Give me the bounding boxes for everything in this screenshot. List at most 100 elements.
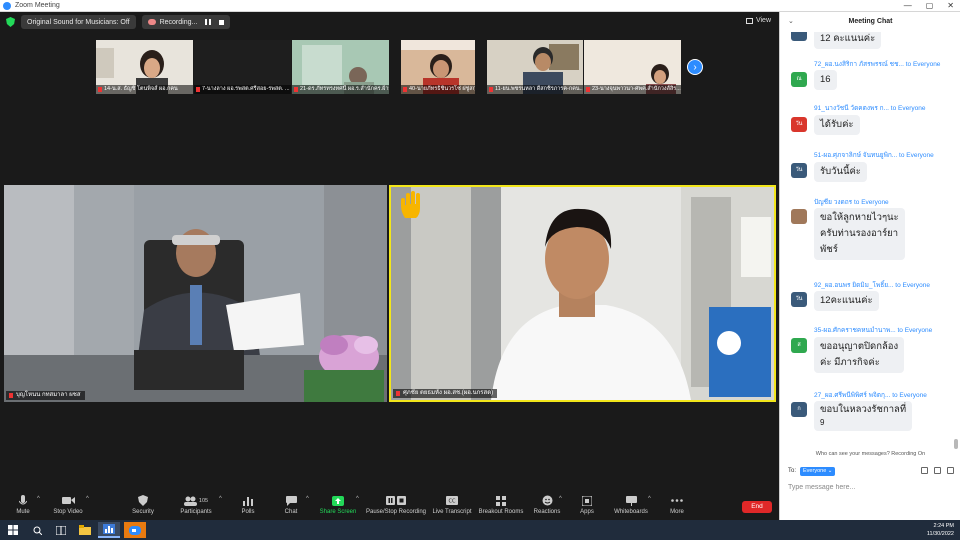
file-explorer-button[interactable] <box>74 522 96 538</box>
next-page-arrow-icon[interactable]: › <box>687 59 703 75</box>
clock-date: 11/30/2022 <box>926 531 954 537</box>
share-screen-icon <box>332 495 344 506</box>
clock-time: 2:24 PM <box>933 523 954 529</box>
main-video-tile[interactable]: บุญโหนน กทสมาลา ผชส <box>4 185 387 402</box>
message-text: พัชร์ <box>820 244 838 255</box>
meeting-topbar: Original Sound for Musicians: Off Record… <box>0 12 779 32</box>
sender-name: 35-ผอ.ศักคราชคหนมำนาพ... <box>814 327 896 334</box>
zoom-icon <box>129 525 141 535</box>
close-button[interactable]: ✕ <box>947 0 954 12</box>
chat-avatar: ณ <box>791 72 807 87</box>
minimize-button[interactable]: — <box>904 0 912 12</box>
apps-icon <box>582 495 592 506</box>
recipient: to Everyone <box>892 392 927 399</box>
chat-message[interactable]: 12 คะแนนค่ะ <box>814 32 882 49</box>
windows-logo-icon <box>8 525 18 535</box>
recipient: to Everyone <box>890 105 926 112</box>
message-text: ได้รับค่ะ <box>820 119 854 130</box>
task-view-button[interactable] <box>50 522 72 538</box>
chat-avatar <box>791 32 807 41</box>
search-button[interactable] <box>26 522 48 538</box>
view-button[interactable]: View <box>745 17 771 24</box>
chart-app-icon <box>103 524 115 534</box>
video-thumbnail[interactable]: 11-ยน.พชรนหลา ดีสกชิรภารค-กคน... <box>487 40 583 94</box>
end-meeting-button[interactable]: End <box>742 501 772 513</box>
video-thumbnail[interactable]: 7-นางลาง ผอ.รพสต.ศรีสอย-รพสต. ... <box>194 40 291 94</box>
more-label: More <box>670 509 684 515</box>
chat-sender: 27_ผอ.ศรีพนีพิพิศร์ พจิตกุ... to Everyon… <box>814 390 927 400</box>
recipient-value: Everyone <box>803 467 827 474</box>
breakout-rooms-icon <box>496 495 506 506</box>
chat-sender: 92_ผอ.อนพร ยิดมิม_โพธิ์ย... to Everyone <box>814 280 930 290</box>
raised-hand-icon <box>401 191 420 218</box>
video-options-caret-icon[interactable]: ^ <box>86 496 89 502</box>
participant-name: 40-นายภัทรธิชินวรโซ่ ฝชู่สกุลชุธ... <box>401 85 475 94</box>
message-text: 9 <box>820 418 825 427</box>
more-options-icon[interactable] <box>947 467 954 474</box>
chat-avatar <box>791 209 807 224</box>
share-caret-icon[interactable]: ^ <box>356 496 359 502</box>
recipient: to Everyone <box>853 199 889 206</box>
security-shield-icon <box>138 495 148 506</box>
scrollbar-thumb[interactable] <box>954 439 958 449</box>
window-title: Zoom Meeting <box>15 2 60 9</box>
chevron-down-icon[interactable]: ⌄ <box>788 12 794 32</box>
closed-caption-icon: CC <box>446 496 458 505</box>
taskbar-clock[interactable]: 2:24 PM 11/30/2022 <box>927 522 954 538</box>
chat-header: ⌄ Meeting Chat <box>780 12 960 32</box>
chat-message[interactable]: ขอให้ลูกหายไวๆนะ ครับท่านรองอาร์ยา พัชร์ <box>814 208 905 260</box>
security-button[interactable]: Security <box>113 494 173 515</box>
video-thumbnail[interactable]: 14-น.ส. ธัญชิ โตนพิจส์ ผอ.กคน <box>96 40 193 94</box>
stop-video-button[interactable]: Stop Video <box>38 494 98 515</box>
message-text: ค่ะ มีภารกิจค่ะ <box>820 357 880 368</box>
sender-name: ปัญชีย วงดถร <box>814 199 853 206</box>
taskbar-app-button[interactable] <box>98 522 120 538</box>
zoom-taskbar-button[interactable] <box>124 522 146 538</box>
maximize-button[interactable]: ▢ <box>926 0 934 12</box>
file-icon[interactable] <box>921 467 928 474</box>
speaker-video <box>4 185 387 402</box>
security-label: Security <box>132 509 154 515</box>
chat-sender: 51-ผอ.ศุภจาลิกษ์ จันทนยูพิก... to Everyo… <box>814 150 934 160</box>
chat-message[interactable]: ขอบในหลวงรัชกาลที่ 9 <box>814 401 913 431</box>
pause-icon[interactable] <box>205 19 212 25</box>
stop-icon[interactable] <box>219 19 225 25</box>
start-button[interactable] <box>2 522 24 538</box>
window-titlebar: Zoom Meeting — ▢ ✕ <box>0 0 960 12</box>
pause-recording-button[interactable]: Pause/Stop Recording <box>366 494 426 515</box>
video-camera-icon <box>61 497 75 504</box>
chat-avatar: ส <box>791 338 807 353</box>
more-button[interactable]: More <box>647 494 707 515</box>
speaker-video <box>391 187 774 400</box>
whiteboard-icon <box>625 495 637 506</box>
chat-message[interactable]: 16 <box>814 70 837 90</box>
participant-name: 14-น.ส. ธัญชิ โตนพิจส์ ผอ.กคน <box>96 85 193 94</box>
chat-message[interactable]: 12คะแนนค่ะ <box>814 291 879 311</box>
chat-message-input[interactable] <box>788 480 954 494</box>
chat-message[interactable]: ได้รับค่ะ <box>814 115 860 135</box>
chat-title: Meeting Chat <box>848 18 893 25</box>
original-sound-button[interactable]: Original Sound for Musicians: Off <box>21 15 136 29</box>
video-thumbnail[interactable]: 40-นายภัทรธิชินวรโซ่ ฝชู่สกุลชุธ... <box>401 40 475 94</box>
who-can-see-notice[interactable]: Who can see your messages? Recording On <box>780 449 960 459</box>
shield-icon[interactable] <box>6 17 15 27</box>
message-text: 12 คะแนนค่ะ <box>820 33 876 44</box>
chat-avatar: วัน <box>791 292 807 307</box>
video-thumbnail[interactable]: 23-นางจุนพาวนา-ศพค.สำนักวงส์สิร... <box>584 40 681 94</box>
video-thumbnail[interactable]: 21-ดร.ภัทรทรงทศนี้ ผอ.ร.สำนักคร.ฝ้าย... <box>292 40 389 94</box>
share-screen-button[interactable]: Share Screen <box>308 494 368 515</box>
recipient-row: To: Everyone ⌄ <box>788 465 954 477</box>
message-text: ขออนุญาตปิดกล้อง <box>820 341 899 352</box>
view-label: View <box>755 17 771 24</box>
task-view-icon <box>56 525 66 535</box>
participant-name: 7-นางลาง ผอ.รพสต.ศรีสอย-รพสต. ... <box>194 85 291 94</box>
message-text: ครับท่านรองอาร์ยา <box>820 228 899 239</box>
recipient-select[interactable]: Everyone ⌄ <box>800 466 836 476</box>
active-speaker-tile[interactable]: ศุภชัย ตยธมหัง ผอ.สช.(ผอ.นกรสด) <box>389 185 776 402</box>
emoji-icon[interactable] <box>934 467 941 474</box>
chat-message[interactable]: ขออนุญาตปิดกล้อง ค่ะ มีภารกิจค่ะ <box>814 337 905 373</box>
chat-scrollbar[interactable] <box>954 34 958 449</box>
chat-message[interactable]: รับวันนี้ค่ะ <box>814 162 867 182</box>
recording-indicator[interactable]: Recording... <box>141 15 231 29</box>
participants-button[interactable]: 105 Participants <box>166 494 226 515</box>
